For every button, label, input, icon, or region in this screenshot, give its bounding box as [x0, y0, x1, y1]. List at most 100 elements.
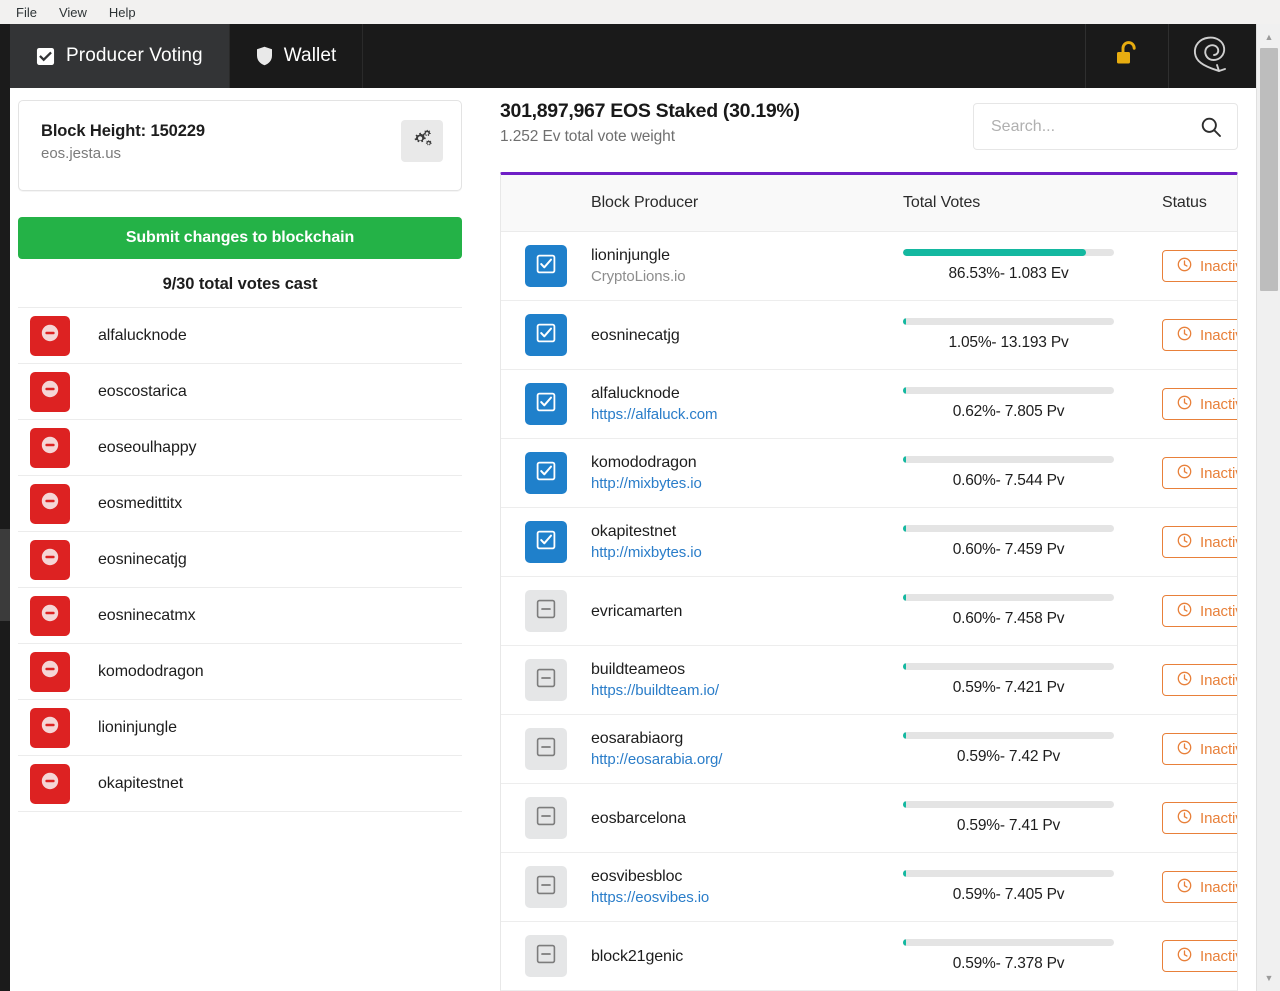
- remove-vote-button[interactable]: [30, 764, 70, 804]
- minus-square-icon: [536, 668, 556, 693]
- settings-button[interactable]: [401, 120, 443, 162]
- checkbox-unchecked[interactable]: [525, 659, 567, 701]
- producer-name: alfalucknode: [591, 384, 903, 403]
- status-badge[interactable]: Inactive: [1162, 319, 1238, 351]
- checkbox-checked[interactable]: [525, 383, 567, 425]
- shield-icon: [256, 46, 273, 66]
- status-badge[interactable]: Inactive: [1162, 388, 1238, 420]
- status-badge[interactable]: Inactive: [1162, 871, 1238, 903]
- remove-vote-button[interactable]: [30, 540, 70, 580]
- producer-name-cell: komododragonhttp://mixbytes.io: [591, 453, 903, 493]
- checkbox-checked[interactable]: [525, 314, 567, 356]
- checkbox-unchecked[interactable]: [525, 797, 567, 839]
- producer-url[interactable]: http://eosarabia.org/: [591, 750, 903, 769]
- tab-wallet[interactable]: Wallet: [230, 24, 364, 88]
- remove-vote-button[interactable]: [30, 708, 70, 748]
- status-badge-label: Inactive: [1200, 948, 1238, 965]
- selected-votes-list: alfalucknodeeoscostaricaeoseoulhappyeosm…: [18, 307, 462, 812]
- status-badge[interactable]: Inactive: [1162, 802, 1238, 834]
- checkbox-unchecked[interactable]: [525, 935, 567, 977]
- clock-icon: [1177, 602, 1192, 621]
- remove-vote-button[interactable]: [30, 316, 70, 356]
- status-badge[interactable]: Inactive: [1162, 733, 1238, 765]
- producer-select-cell: [501, 797, 591, 839]
- vote-value-label: 0.59%- 7.42 Pv: [957, 748, 1060, 766]
- tab-wallet-label: Wallet: [284, 45, 337, 67]
- header-total-votes: Total Votes: [903, 194, 1162, 212]
- search-box[interactable]: [973, 103, 1238, 150]
- remove-vote-button[interactable]: [30, 428, 70, 468]
- checkbox-unchecked[interactable]: [525, 866, 567, 908]
- check-square-icon: [536, 530, 556, 555]
- vote-weight-label: 1.252 Ev total vote weight: [500, 128, 800, 146]
- scroll-down-arrow-icon[interactable]: ▼: [1257, 969, 1280, 987]
- menu-item-file[interactable]: File: [8, 4, 45, 21]
- vote-meter: 0.59%- 7.378 Pv: [903, 939, 1114, 973]
- vote-progress-bar: [903, 939, 1114, 946]
- window-scrollbar[interactable]: ▲ ▼: [1256, 24, 1280, 991]
- remove-vote-button[interactable]: [30, 596, 70, 636]
- topnav-spacer: [363, 24, 1085, 88]
- table-header-row: Block Producer Total Votes Status: [501, 175, 1237, 232]
- status-badge-label: Inactive: [1200, 741, 1238, 758]
- status-badge[interactable]: Inactive: [1162, 250, 1238, 282]
- unlock-icon: [1115, 40, 1140, 73]
- checkbox-unchecked[interactable]: [525, 590, 567, 632]
- producer-url[interactable]: http://mixbytes.io: [591, 474, 903, 493]
- checkbox-unchecked[interactable]: [525, 728, 567, 770]
- producer-name: eosbarcelona: [591, 809, 903, 828]
- status-badge-label: Inactive: [1200, 465, 1238, 482]
- search-input[interactable]: [974, 104, 1179, 149]
- vote-value-label: 1.05%- 13.193 Pv: [948, 334, 1068, 352]
- app-logo-button[interactable]: [1168, 24, 1256, 88]
- status-badge[interactable]: Inactive: [1162, 526, 1238, 558]
- table-row: eosvibesblochttps://eosvibes.io0.59%- 7.…: [501, 853, 1237, 922]
- remove-vote-button[interactable]: [30, 652, 70, 692]
- window-scrollbar-thumb[interactable]: [1260, 48, 1278, 291]
- vote-meter: 86.53%- 1.083 Ev: [903, 249, 1114, 283]
- producer-panel: 301,897,967 EOS Staked (30.19%) 1.252 Ev…: [480, 88, 1256, 991]
- checkbox-checked[interactable]: [525, 452, 567, 494]
- vote-row: eosninecatjg: [18, 532, 462, 588]
- left-scrollbar-thumb[interactable]: [0, 529, 10, 621]
- vote-row-label: eoscostarica: [98, 383, 187, 401]
- minus-circle-icon: [40, 715, 60, 740]
- remove-vote-button[interactable]: [30, 484, 70, 524]
- producer-url[interactable]: https://eosvibes.io: [591, 888, 903, 907]
- minus-square-icon: [536, 737, 556, 762]
- producer-url[interactable]: https://buildteam.io/: [591, 681, 903, 700]
- producer-url[interactable]: http://mixbytes.io: [591, 543, 903, 562]
- menu-item-help[interactable]: Help: [101, 4, 144, 21]
- status-badge[interactable]: Inactive: [1162, 664, 1238, 696]
- unlock-button[interactable]: [1085, 24, 1168, 88]
- producer-select-cell: [501, 935, 591, 977]
- producer-name: evricamarten: [591, 602, 903, 621]
- producer-select-cell: [501, 383, 591, 425]
- vote-value-label: 86.53%- 1.083 Ev: [948, 265, 1068, 283]
- producer-url[interactable]: https://alfaluck.com: [591, 405, 903, 424]
- producer-status-cell: Inactive: [1162, 802, 1238, 834]
- search-icon[interactable]: [1200, 116, 1222, 143]
- producer-status-cell: Inactive: [1162, 940, 1238, 972]
- producer-status-cell: Inactive: [1162, 871, 1238, 903]
- left-scrollbar[interactable]: [0, 24, 10, 991]
- menu-item-view[interactable]: View: [51, 4, 95, 21]
- main-content: Block Height: 150229 eos.jesta.us: [10, 88, 1256, 991]
- submit-changes-button[interactable]: Submit changes to blockchain: [18, 217, 462, 259]
- vote-meter: 0.59%- 7.41 Pv: [903, 801, 1114, 835]
- remove-vote-button[interactable]: [30, 372, 70, 412]
- tab-producer-voting[interactable]: Producer Voting: [10, 24, 230, 88]
- checkbox-checked[interactable]: [525, 245, 567, 287]
- status-badge[interactable]: Inactive: [1162, 940, 1238, 972]
- votes-cast-label: 9/30 total votes cast: [18, 259, 462, 307]
- producer-status-cell: Inactive: [1162, 250, 1238, 282]
- checkbox-checked[interactable]: [525, 521, 567, 563]
- status-badge[interactable]: Inactive: [1162, 457, 1238, 489]
- vote-progress-bar: [903, 663, 1114, 670]
- scroll-up-arrow-icon[interactable]: ▲: [1257, 28, 1280, 46]
- clock-icon: [1177, 878, 1192, 897]
- top-navigation-bar: Producer Voting Wallet: [10, 24, 1256, 88]
- producer-select-cell: [501, 866, 591, 908]
- status-badge-label: Inactive: [1200, 258, 1238, 275]
- status-badge[interactable]: Inactive: [1162, 595, 1238, 627]
